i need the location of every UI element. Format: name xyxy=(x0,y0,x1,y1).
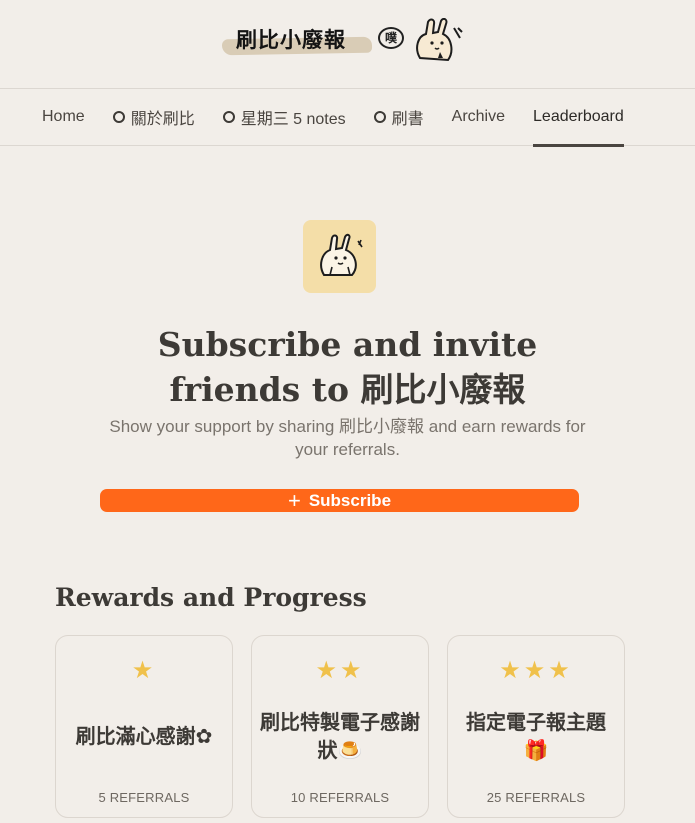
nav-item-books[interactable]: 刷書 xyxy=(373,89,424,146)
star-icon: ★★ xyxy=(315,656,365,684)
main-nav: Home 關於刷比 星期三 5 notes 刷書 Archive Leaderb… xyxy=(0,89,695,147)
rabbit-mascot-icon xyxy=(416,18,463,62)
hero-subtitle: Show your support by sharing 刷比小廢報 and e… xyxy=(109,417,586,459)
nav-item-label: 星期三 5 notes xyxy=(240,111,346,128)
reward-title: 刷比特製電子感謝狀🍮 xyxy=(260,710,420,762)
rewards-heading: Rewards and Progress xyxy=(55,583,367,612)
subscribe-label: Subscribe xyxy=(308,490,392,510)
nav-item-label: Leaderboard xyxy=(533,108,624,125)
nav-item-label: Home xyxy=(42,108,85,125)
plus-icon: + xyxy=(287,487,301,513)
rabbit-avatar-icon xyxy=(319,233,363,276)
reward-card: ★★★ 指定電子報主題🎁 25 REFERRALS xyxy=(447,635,625,818)
nav-item-home[interactable]: Home xyxy=(42,89,85,146)
hero-title: Subscribe and invite friends to 刷比小廢報 xyxy=(0,322,695,412)
logo-speech-bubble: 噗 xyxy=(378,27,404,49)
nav-item-label: 關於刷比 xyxy=(130,111,195,128)
site-header: 刷比小廢報 噗 xyxy=(0,0,695,89)
reward-referrals: 25 REFERRALS xyxy=(486,790,586,805)
subscribe-button[interactable]: + Subscribe xyxy=(100,489,579,512)
logo-text: 刷比小廢報 xyxy=(236,28,346,52)
hero-title-line: friends to 刷比小廢報 xyxy=(169,370,526,409)
star-icon: ★★★ xyxy=(499,656,573,684)
nav-item-leaderboard[interactable]: Leaderboard xyxy=(533,89,624,147)
star-icon: ★ xyxy=(131,656,157,684)
circle-icon xyxy=(112,111,125,123)
nav-item-archive[interactable]: Archive xyxy=(452,89,505,146)
nav-item-label: Archive xyxy=(451,108,506,125)
reward-card: ★★ 刷比特製電子感謝狀🍮 10 REFERRALS xyxy=(251,635,429,818)
site-logo[interactable]: 刷比小廢報 噗 xyxy=(220,18,470,64)
circle-icon xyxy=(373,111,386,123)
reward-title: 刷比滿心感謝✿ xyxy=(75,724,213,748)
nav-item-wednesday-notes[interactable]: 星期三 5 notes xyxy=(222,89,346,146)
hero-title-line: Subscribe and invite xyxy=(157,325,538,364)
reward-referrals: 5 REFERRALS xyxy=(98,790,190,805)
reward-card: ★ 刷比滿心感謝✿ 5 REFERRALS xyxy=(55,635,233,818)
reward-referrals: 10 REFERRALS xyxy=(290,790,390,805)
nav-item-about[interactable]: 關於刷比 xyxy=(112,89,195,146)
reward-title: 指定電子報主題🎁 xyxy=(466,710,606,762)
nav-item-label: 刷書 xyxy=(391,111,424,128)
circle-icon xyxy=(222,111,235,123)
publication-avatar xyxy=(303,220,376,293)
